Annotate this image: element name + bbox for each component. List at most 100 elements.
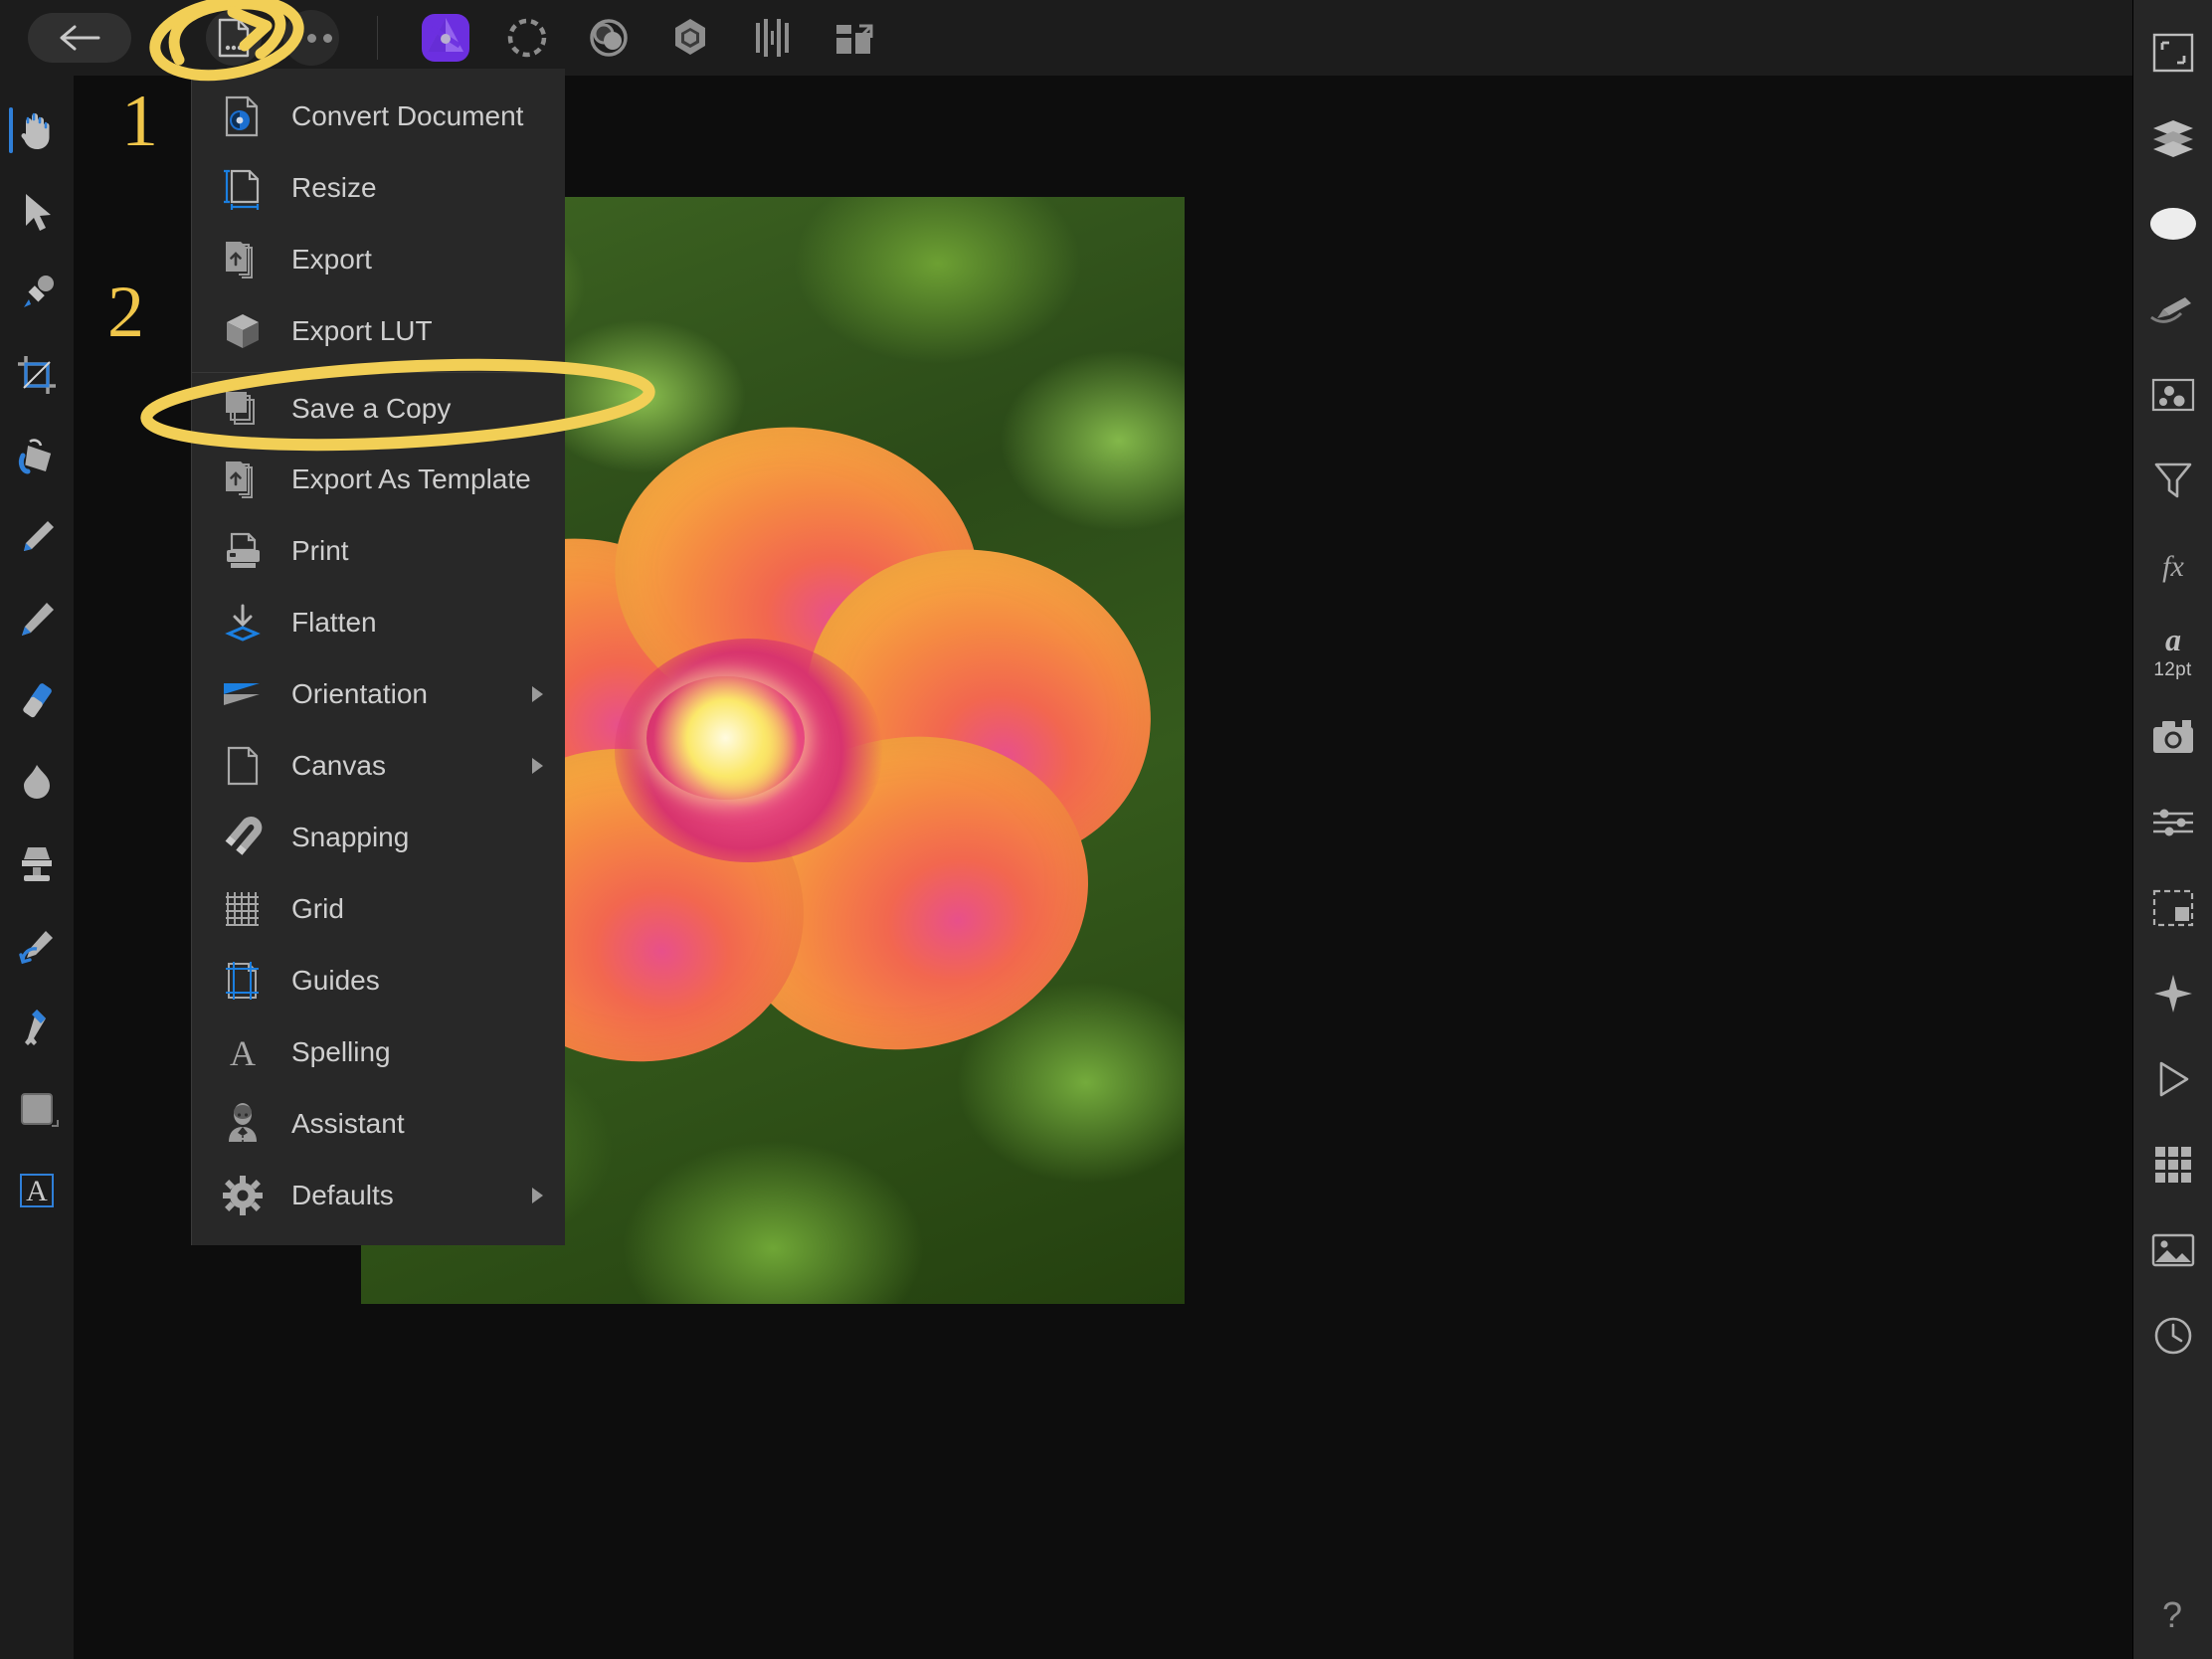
panorama-persona[interactable] — [744, 10, 800, 66]
affinity-photo-window: A Convert Document Resize Export Export … — [0, 0, 2212, 1659]
flatten-icon — [220, 600, 266, 645]
export-persona-icon — [836, 24, 873, 54]
studio-effects[interactable]: fx — [2133, 523, 2212, 609]
menu-item-resize[interactable]: Resize — [192, 152, 565, 224]
svg-text:A: A — [26, 1175, 48, 1207]
text-a-icon: A — [20, 1174, 54, 1207]
studio-history[interactable] — [2133, 1293, 2212, 1379]
develop-icon — [590, 19, 628, 57]
menu-item-assistant[interactable]: Assistant — [192, 1088, 565, 1160]
studio-layers[interactable] — [2133, 95, 2212, 181]
menu-item-snapping[interactable]: Snapping — [192, 802, 565, 873]
menu-item-label: Defaults — [291, 1180, 394, 1210]
clone-stamp-icon — [22, 847, 52, 881]
back-arrow-icon — [60, 25, 100, 51]
flood-fill-tool[interactable] — [0, 416, 74, 497]
move-tool[interactable] — [0, 171, 74, 253]
erase-brush-tool[interactable] — [0, 660, 74, 742]
hand-icon — [21, 112, 50, 149]
help-label: ? — [2161, 1594, 2183, 1635]
swatches-icon — [2151, 378, 2194, 412]
menu-item-label: Convert Document — [291, 100, 524, 131]
studio-colour[interactable] — [2133, 181, 2212, 267]
studio-swatches[interactable] — [2133, 352, 2212, 438]
menu-item-grid[interactable]: Grid — [192, 873, 565, 945]
studio-stock[interactable] — [2133, 694, 2212, 780]
play-triangle-icon — [2159, 1061, 2188, 1097]
grid-icon — [220, 886, 266, 932]
camera-icon — [2152, 720, 2193, 753]
pen-tool[interactable] — [0, 987, 74, 1068]
menu-item-print[interactable]: Print — [192, 515, 565, 587]
studio-export-area[interactable] — [2133, 865, 2212, 951]
menu-item-spelling[interactable]: A Spelling — [192, 1016, 565, 1088]
undo-brush-tool[interactable] — [0, 905, 74, 987]
studio-adjustment-sliders[interactable] — [2133, 780, 2212, 865]
guides-icon — [220, 958, 266, 1004]
menu-item-label: Print — [291, 535, 349, 566]
help-button[interactable]: ? — [2146, 1589, 2198, 1641]
tone-mapping-persona[interactable] — [662, 10, 718, 66]
studio-character[interactable]: a 12pt — [2133, 609, 2212, 694]
studio-transform[interactable] — [2133, 10, 2212, 95]
menu-item-export[interactable]: Export — [192, 224, 565, 295]
artistic-text-tool[interactable]: A — [0, 1150, 74, 1231]
colour-picker-tool[interactable] — [0, 253, 74, 334]
photo-icon — [2151, 1233, 2194, 1267]
stamen — [645, 675, 805, 801]
menu-item-save-a-copy[interactable]: Save a Copy — [192, 372, 565, 444]
magnet-icon — [220, 815, 266, 860]
document-menu-button[interactable] — [206, 10, 262, 66]
studio-brushes[interactable] — [2133, 267, 2212, 352]
fx-icon: fx — [2162, 550, 2184, 583]
liquify-persona[interactable] — [499, 10, 555, 66]
arrow-cursor-icon — [26, 194, 51, 231]
orientation-flag-icon — [220, 671, 266, 717]
studio-adjustments[interactable] — [2133, 438, 2212, 523]
menu-item-label: Resize — [291, 172, 377, 203]
view-tool[interactable] — [0, 90, 74, 171]
panorama-icon — [756, 19, 789, 57]
pencil-brush-icon — [22, 603, 54, 636]
menu-item-label: Canvas — [291, 750, 386, 781]
menu-item-defaults[interactable]: Defaults — [192, 1160, 565, 1231]
menu-item-label: Orientation — [291, 678, 428, 709]
menu-item-convert-document[interactable]: Convert Document — [192, 81, 565, 152]
character-a-icon: a — [2165, 622, 2181, 657]
menu-item-label: Spelling — [291, 1036, 391, 1067]
clone-brush-tool[interactable] — [0, 824, 74, 905]
photo-persona[interactable] — [418, 10, 473, 66]
back-button[interactable] — [28, 13, 131, 63]
studio-grid[interactable] — [2133, 1122, 2212, 1207]
pixel-tool[interactable] — [0, 579, 74, 660]
crop-tool[interactable] — [0, 334, 74, 416]
menu-item-guides[interactable]: Guides — [192, 945, 565, 1016]
more-options-button[interactable] — [283, 10, 339, 66]
paint-brush-tool[interactable] — [0, 497, 74, 579]
studio-photo-library[interactable] — [2133, 1207, 2212, 1293]
menu-item-flatten[interactable]: Flatten — [192, 587, 565, 658]
assistant-person-icon — [220, 1101, 266, 1147]
menu-item-canvas[interactable]: Canvas — [192, 730, 565, 802]
menu-item-label: Export — [291, 244, 372, 275]
menu-item-export-as-template[interactable]: Export As Template — [192, 444, 565, 515]
annotation-step-two: 2 — [107, 272, 144, 353]
menu-item-orientation[interactable]: Orientation — [192, 658, 565, 730]
toolbar-divider-1 — [171, 16, 172, 60]
grid-squares-icon — [2154, 1147, 2191, 1183]
dodge-burn-tool[interactable] — [0, 742, 74, 824]
develop-persona[interactable] — [581, 10, 637, 66]
studio-macro[interactable] — [2133, 1036, 2212, 1122]
menu-item-export-lut[interactable]: Export LUT — [192, 295, 565, 367]
export-persona[interactable] — [826, 10, 881, 66]
svg-text:fx: fx — [2162, 550, 2184, 583]
document-menu[interactable]: Convert Document Resize Export Export LU… — [191, 69, 565, 1245]
brush-icon — [24, 521, 54, 551]
toolbar-divider-2 — [377, 16, 378, 60]
spelling-a-icon: A — [220, 1029, 266, 1075]
colour-swatch[interactable] — [0, 1068, 74, 1150]
menu-item-label: Export LUT — [291, 315, 433, 346]
menu-item-label: Assistant — [291, 1108, 405, 1139]
studio-navigator[interactable] — [2133, 951, 2212, 1036]
top-toolbar — [0, 0, 2212, 76]
